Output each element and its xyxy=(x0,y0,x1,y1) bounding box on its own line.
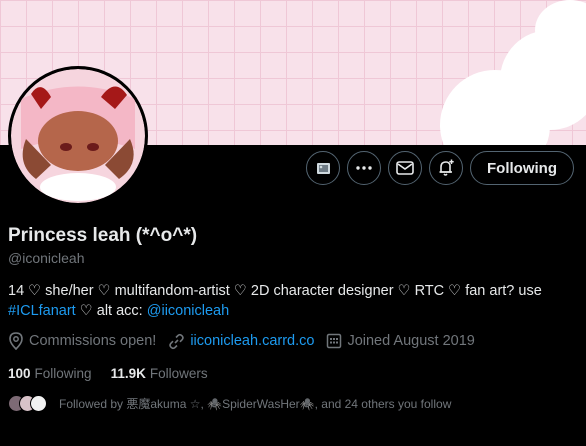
image-icon xyxy=(316,162,330,174)
more-icon xyxy=(356,166,372,170)
following-button[interactable]: Following xyxy=(470,151,574,185)
following-count: 100 xyxy=(8,366,31,381)
location-item: Commissions open! xyxy=(8,332,156,350)
user-handle: @iconicleah xyxy=(8,250,85,266)
joined-text: Joined August 2019 xyxy=(347,333,475,349)
followed-by-text: Followed by 悪魔akuma ☆, 🕷️SpiderWasHer🕷️,… xyxy=(59,397,452,411)
bell-plus-icon xyxy=(439,159,454,176)
bio-mention-link[interactable]: @iiconicleah xyxy=(147,303,229,319)
calendar-icon xyxy=(327,333,342,349)
following-label: Following xyxy=(34,366,92,381)
bio-text: 14 ♡ she/her ♡ multifandom-artist ♡ 2D c… xyxy=(8,283,542,299)
link-icon xyxy=(169,333,185,349)
mail-icon xyxy=(396,161,414,175)
followers-count-link[interactable]: 11.9K Followers xyxy=(111,366,208,381)
website-item: iiconicleah.carrd.co xyxy=(168,333,314,350)
followers-count: 11.9K xyxy=(110,366,146,381)
following-count-link[interactable]: 100 Following xyxy=(8,366,92,381)
joined-item: Joined August 2019 xyxy=(326,333,475,349)
avatar xyxy=(30,395,47,412)
profile-avatar[interactable] xyxy=(8,66,148,206)
profile-actions: Following xyxy=(306,151,574,185)
display-name: Princess leah (*^o^*) xyxy=(8,225,198,246)
follow-counts: 100 Following 11.9K Followers xyxy=(8,366,227,381)
followed-by[interactable]: Followed by 悪魔akuma ☆, 🕷️SpiderWasHer🕷️,… xyxy=(8,395,451,412)
notify-button[interactable] xyxy=(429,151,464,185)
image-button[interactable] xyxy=(306,151,341,185)
bio-text: ♡ alt acc: xyxy=(75,303,147,319)
website-link[interactable]: iiconicleah.carrd.co xyxy=(190,333,314,349)
followers-label: Followers xyxy=(149,366,208,381)
profile-bio: 14 ♡ she/her ♡ multifandom-artist ♡ 2D c… xyxy=(8,281,578,321)
more-button[interactable] xyxy=(347,151,382,185)
bio-hashtag-link[interactable]: #ICLfanart xyxy=(8,303,76,319)
profile-meta: Commissions open! iiconicleah.carrd.co J… xyxy=(8,332,487,350)
location-text: Commissions open! xyxy=(29,333,157,349)
location-icon xyxy=(9,332,23,350)
message-button[interactable] xyxy=(388,151,423,185)
follower-avatars xyxy=(8,395,47,412)
